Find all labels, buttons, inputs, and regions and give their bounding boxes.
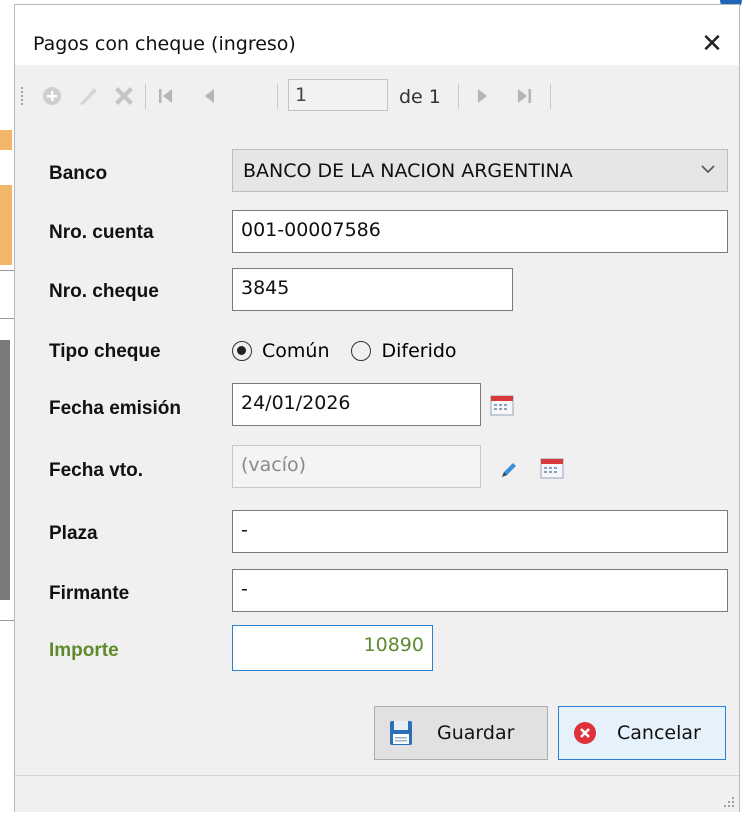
toolbar-separator — [458, 84, 459, 109]
background-scrollbar — [0, 340, 10, 600]
tipo-cheque-label: Tipo cheque — [49, 341, 161, 362]
pencil-icon[interactable] — [499, 460, 519, 480]
last-page-icon[interactable] — [511, 84, 537, 108]
add-icon[interactable] — [39, 84, 65, 108]
fecha-vto-label: Fecha vto. — [49, 460, 143, 481]
plaza-label: Plaza — [49, 523, 98, 544]
background-strip — [0, 130, 12, 150]
nro-cheque-label: Nro. cheque — [49, 281, 159, 302]
calendar-icon[interactable] — [490, 394, 514, 416]
nro-cheque-field[interactable]: 3845 — [232, 268, 513, 311]
background-strip — [0, 185, 12, 265]
calendar-icon[interactable] — [540, 457, 564, 479]
delete-icon[interactable] — [111, 84, 137, 108]
next-page-icon[interactable] — [469, 84, 495, 108]
firmante-field[interactable]: - — [232, 569, 728, 612]
background-window-edge — [0, 0, 14, 818]
banco-selected-value: BANCO DE LA NACION ARGENTINA — [243, 160, 573, 182]
close-button[interactable]: ✕ — [691, 23, 733, 65]
cancel-x-icon — [571, 719, 599, 747]
resize-grip-icon[interactable] — [721, 794, 735, 808]
edit-icon[interactable] — [75, 84, 101, 108]
background-divider — [0, 270, 14, 271]
nro-cuenta-label: Nro. cuenta — [49, 222, 154, 243]
chevron-down-icon — [701, 165, 715, 174]
save-button-label: Guardar — [437, 722, 515, 744]
floppy-disk-icon — [387, 719, 415, 747]
cancel-button-label: Cancelar — [617, 722, 701, 744]
importe-field[interactable]: 10890 — [232, 625, 433, 671]
title-bar: Pagos con cheque (ingreso) ✕ — [15, 5, 739, 65]
cancel-button[interactable]: Cancelar — [558, 706, 726, 760]
firmante-label: Firmante — [49, 583, 130, 604]
banco-label: Banco — [49, 163, 108, 184]
toolbar-grip-icon[interactable] — [21, 87, 26, 105]
prev-page-icon[interactable] — [197, 84, 223, 108]
first-page-icon[interactable] — [153, 84, 179, 108]
toolbar-separator — [550, 84, 551, 109]
plaza-field[interactable]: - — [232, 510, 728, 553]
toolbar-separator — [277, 84, 278, 109]
fecha-emision-field[interactable]: 24/01/2026 — [232, 383, 481, 426]
dialog-title: Pagos con cheque (ingreso) — [33, 33, 296, 55]
status-bar — [15, 775, 739, 812]
page-count-label: de 1 — [399, 86, 441, 108]
radio-diferido-label[interactable]: Diferido — [381, 340, 456, 362]
nro-cuenta-field[interactable]: 001-00007586 — [232, 210, 728, 253]
background-divider — [0, 620, 14, 621]
record-navigator-toolbar: de 1 — [15, 71, 739, 121]
toolbar-separator — [145, 84, 146, 109]
radio-comun[interactable] — [232, 341, 252, 361]
background-divider — [0, 318, 14, 319]
radio-comun-label[interactable]: Común — [262, 340, 329, 362]
importe-label: Importe — [49, 640, 119, 661]
cheque-payment-dialog: Pagos con cheque (ingreso) ✕ de 1 — [14, 4, 740, 812]
fecha-vto-field[interactable]: (vacío) — [232, 445, 481, 488]
save-button[interactable]: Guardar — [374, 706, 548, 760]
fecha-emision-label: Fecha emisión — [49, 398, 181, 419]
banco-select[interactable]: BANCO DE LA NACION ARGENTINA — [232, 149, 728, 192]
tipo-cheque-radio-group: Común Diferido — [232, 336, 479, 366]
radio-diferido[interactable] — [351, 341, 372, 361]
page-number-input[interactable] — [288, 79, 388, 111]
